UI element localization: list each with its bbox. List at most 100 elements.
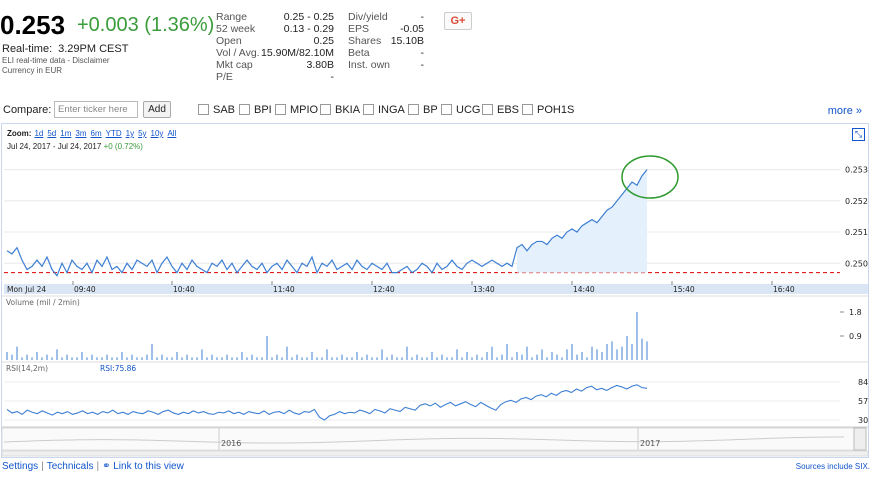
rsi-label: RSI(14,2m) <box>6 364 48 373</box>
compare-ticker-label: INGA <box>378 104 405 116</box>
stat-row: Shares 15.10B <box>348 35 424 47</box>
stat-row: Inst. own - <box>348 59 424 71</box>
stat-label: Open <box>216 35 242 47</box>
checkbox-icon[interactable] <box>441 104 452 115</box>
x-tick-label: 10:40 <box>173 285 195 294</box>
compare-ticker-label: EBS <box>497 104 520 116</box>
stat-label: Range <box>216 11 247 23</box>
highlight-circle <box>621 155 679 199</box>
add-ticker-button[interactable]: Add <box>143 101 171 118</box>
stat-value: 15.10B <box>390 35 424 47</box>
volume-tick-label: 1.8 <box>849 308 862 317</box>
y-tick-label: 0.251 <box>845 228 868 237</box>
checkbox-icon[interactable] <box>408 104 419 115</box>
compare-label: Compare: <box>3 104 52 116</box>
checkbox-icon[interactable] <box>239 104 250 115</box>
y-tick-label: 0.250 <box>845 259 868 268</box>
x-tick-label: 13:40 <box>473 285 495 294</box>
stat-label: Beta <box>348 47 370 59</box>
footer-links: Settings | Technicals | ⚭ Link to this view <box>2 461 184 472</box>
stat-label: P/E <box>216 71 233 83</box>
stat-label: Shares <box>348 35 382 47</box>
compare-ticker-label: POH1S <box>537 104 575 116</box>
compare-ticker-input[interactable]: Enter ticker here <box>54 101 138 118</box>
stat-value: - <box>420 59 425 71</box>
compare-checkbox-inga[interactable]: INGA <box>363 104 405 118</box>
data-source-disclaimer[interactable]: ELI real-time data - Disclaimer <box>2 56 110 65</box>
volume-tick-label: 0.9 <box>849 332 862 341</box>
x-tick-label: 14:40 <box>573 285 595 294</box>
compare-ticker-label: BP <box>423 104 438 116</box>
stock-price: 0.253 <box>0 10 66 40</box>
stat-value: 3.80B <box>306 59 334 71</box>
compare-checkbox-ebs[interactable]: EBS <box>482 104 519 118</box>
timeline-handle[interactable] <box>853 427 867 451</box>
google-plus-share-button[interactable]: G+ <box>444 12 472 30</box>
compare-checkbox-mpio[interactable]: MPIO <box>275 104 318 118</box>
stat-row: Vol / Avg. 15.90M/82.10M <box>216 47 334 59</box>
stat-label: Div/yield <box>348 11 388 23</box>
timeline-year-label: 2017 <box>640 439 660 448</box>
price-change: +0.003 (1.36%) <box>77 14 215 36</box>
timeline-scrollbar[interactable] <box>2 450 868 457</box>
y-tick-label: 0.253 <box>845 166 868 175</box>
stat-row: 52 week 0.13 - 0.29 <box>216 23 334 35</box>
stat-label: 52 week <box>216 23 256 35</box>
compare-checkbox-poh1s[interactable]: POH1S <box>522 104 574 118</box>
stat-value: 0.13 - 0.29 <box>283 23 334 35</box>
compare-checkbox-ucg[interactable]: UCG <box>441 104 480 118</box>
stats-table-right: Div/yield - EPS -0.05 Shares 15.10B Beta - Inst.… <box>348 11 424 71</box>
time-axis-band <box>4 284 868 294</box>
compare-ticker-label: UCG <box>456 104 481 116</box>
more-compare-link[interactable]: more » <box>828 105 862 117</box>
stock-chart[interactable]: 0.253 0.252 0.251 0.250 Mon Jul 24 09:40 10:40… <box>2 124 868 457</box>
stat-row: Beta - <box>348 47 424 59</box>
rsi-value: RSI:75.86 <box>100 364 136 373</box>
stat-value: - <box>420 11 425 23</box>
checkbox-icon[interactable] <box>363 104 374 115</box>
stat-value: 0.25 - 0.25 <box>283 11 334 23</box>
x-tick-label: 09:40 <box>74 285 96 294</box>
stat-row: P/E - <box>216 71 334 83</box>
chart-panel: Zoom: 1d 5d 1m 3m 6m YTD 1y 5y 10y All Jul 24, 201… <box>1 123 869 458</box>
compare-ticker-label: BPI <box>254 104 272 116</box>
stat-row: Open 0.25 <box>216 35 334 47</box>
stat-row: Range 0.25 - 0.25 <box>216 11 334 23</box>
stat-value: 0.25 <box>313 35 334 47</box>
stat-value: -0.05 <box>400 23 424 35</box>
rsi-tick-label: 30 <box>858 416 868 425</box>
sources-link[interactable]: Sources include SIX. <box>796 462 870 471</box>
volume-label: Volume (mil / 2min) <box>6 298 80 307</box>
compare-bar: Compare: Enter ticker here Add SAB BPI MPI… <box>0 100 870 122</box>
checkbox-icon[interactable] <box>320 104 331 115</box>
stat-label: EPS <box>348 23 370 35</box>
compare-checkbox-bp[interactable]: BP <box>408 104 438 118</box>
stat-row: Mkt cap 3.80B <box>216 59 334 71</box>
stat-label: Mkt cap <box>216 59 253 71</box>
stat-value: - <box>420 47 425 59</box>
compare-ticker-label: SAB <box>213 104 236 116</box>
checkbox-icon[interactable] <box>482 104 493 115</box>
settings-link[interactable]: Settings <box>2 461 38 472</box>
rsi-line <box>6 384 648 421</box>
y-tick-label: 0.252 <box>845 197 868 206</box>
compare-checkbox-sab[interactable]: SAB <box>198 104 235 118</box>
stat-row: EPS -0.05 <box>348 23 424 35</box>
link-icon: ⚭ <box>102 461 111 472</box>
technicals-link[interactable]: Technicals <box>47 461 94 472</box>
realtime-time: 3.29PM CEST <box>58 43 129 55</box>
stat-row: Div/yield - <box>348 11 424 23</box>
link-to-view[interactable]: ⚭ Link to this view <box>102 461 184 472</box>
checkbox-icon[interactable] <box>198 104 209 115</box>
price-area-fill <box>517 169 647 273</box>
rsi-tick-label: 57 <box>858 397 868 406</box>
compare-checkbox-bkia[interactable]: BKIA <box>320 104 360 118</box>
rsi-tick-label: 84 <box>858 378 868 387</box>
compare-ticker-label: BKIA <box>335 104 361 116</box>
stat-value: - <box>330 71 335 83</box>
checkbox-icon[interactable] <box>522 104 533 115</box>
compare-checkbox-bpi[interactable]: BPI <box>239 104 272 118</box>
realtime-label: Real-time: <box>2 43 53 55</box>
timeline-year-label: 2016 <box>221 439 241 448</box>
checkbox-icon[interactable] <box>275 104 286 115</box>
